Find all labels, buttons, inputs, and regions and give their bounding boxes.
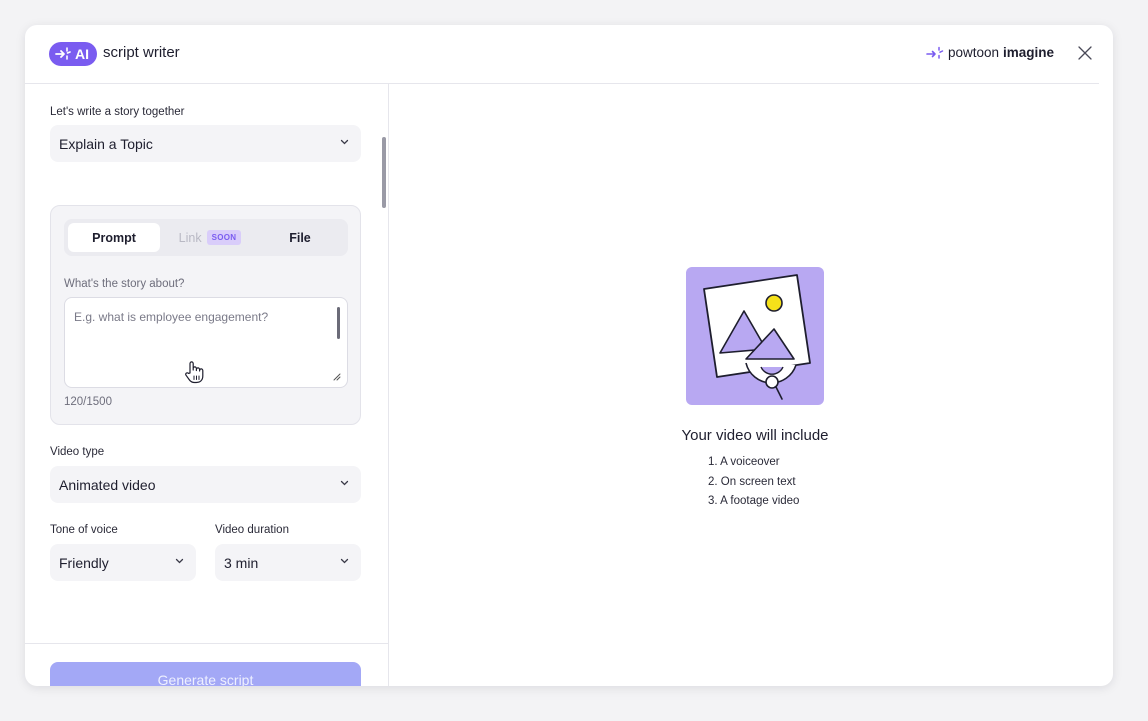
tab-prompt[interactable]: Prompt	[68, 223, 160, 252]
panel-scrollbar[interactable]	[382, 137, 386, 208]
duration-label: Video duration	[215, 524, 289, 536]
generate-script-label: Generate script	[157, 672, 254, 686]
app-title: script writer	[103, 44, 180, 61]
prompt-label: What's the story about?	[64, 278, 185, 290]
brand-name: powtoon	[947, 45, 999, 60]
header: AI script writer powtoon imagine	[25, 25, 1113, 84]
tab-file-label: File	[289, 230, 311, 245]
list-item: 1. A voiceover	[708, 456, 780, 468]
generate-script-button[interactable]: Generate script	[50, 662, 361, 686]
story-type-select[interactable]: Explain a Topic	[50, 125, 361, 162]
form-panel: Let's write a story together Explain a T…	[25, 84, 389, 686]
chevron-down-icon	[175, 558, 184, 564]
list-item: 3. A footage video	[708, 495, 800, 507]
prompt-card: Prompt Link SOON File What's the story a…	[50, 205, 361, 425]
tone-label: Tone of voice	[50, 524, 118, 536]
duration-select[interactable]: 3 min	[215, 544, 361, 581]
video-illustration	[686, 267, 824, 405]
chevron-down-icon	[340, 480, 349, 486]
textarea-scrollbar[interactable]	[337, 307, 340, 339]
footer-divider	[25, 643, 389, 644]
tone-select[interactable]: Friendly	[50, 544, 196, 581]
ai-badge-label: AI	[75, 46, 89, 62]
brand-product: imagine	[1002, 45, 1054, 60]
tab-prompt-label: Prompt	[92, 230, 136, 245]
chevron-down-icon	[340, 139, 349, 145]
powtoon-sparkle-icon	[926, 46, 944, 59]
video-type-value: Animated video	[59, 476, 156, 493]
story-type-label: Let's write a story together	[50, 106, 185, 118]
close-icon[interactable]	[1077, 45, 1093, 61]
source-tabs: Prompt Link SOON File	[64, 219, 348, 256]
prompt-placeholder: E.g. what is employee engagement?	[74, 310, 269, 324]
tone-value: Friendly	[59, 554, 109, 571]
soon-badge: SOON	[206, 230, 242, 245]
resize-handle-icon[interactable]	[332, 372, 341, 381]
duration-value: 3 min	[224, 554, 259, 571]
list-item: 2. On screen text	[708, 475, 796, 488]
image-placeholder-illustration	[703, 274, 811, 400]
char-counter: 120/1500	[64, 396, 112, 408]
tab-file[interactable]: File	[256, 223, 344, 252]
hand-cursor-icon	[185, 361, 204, 384]
video-type-label: Video type	[50, 446, 105, 458]
tab-link: Link SOON	[164, 223, 256, 252]
include-list: 1. A voiceover 2. On screen text 3. A fo…	[708, 453, 799, 512]
include-title: Your video will include	[681, 427, 829, 444]
ai-badge: AI	[49, 42, 97, 66]
script-writer-modal: AI script writer powtoon imagine Let's w…	[25, 25, 1113, 686]
brand-logo: powtoon imagine	[926, 45, 1054, 60]
tab-link-label: Link	[178, 230, 202, 245]
video-type-select[interactable]: Animated video	[50, 466, 361, 503]
prompt-textarea[interactable]: E.g. what is employee engagement?	[64, 297, 348, 388]
sparkle-icon	[55, 47, 71, 60]
chevron-down-icon	[340, 558, 349, 564]
story-type-value: Explain a Topic	[59, 135, 153, 152]
